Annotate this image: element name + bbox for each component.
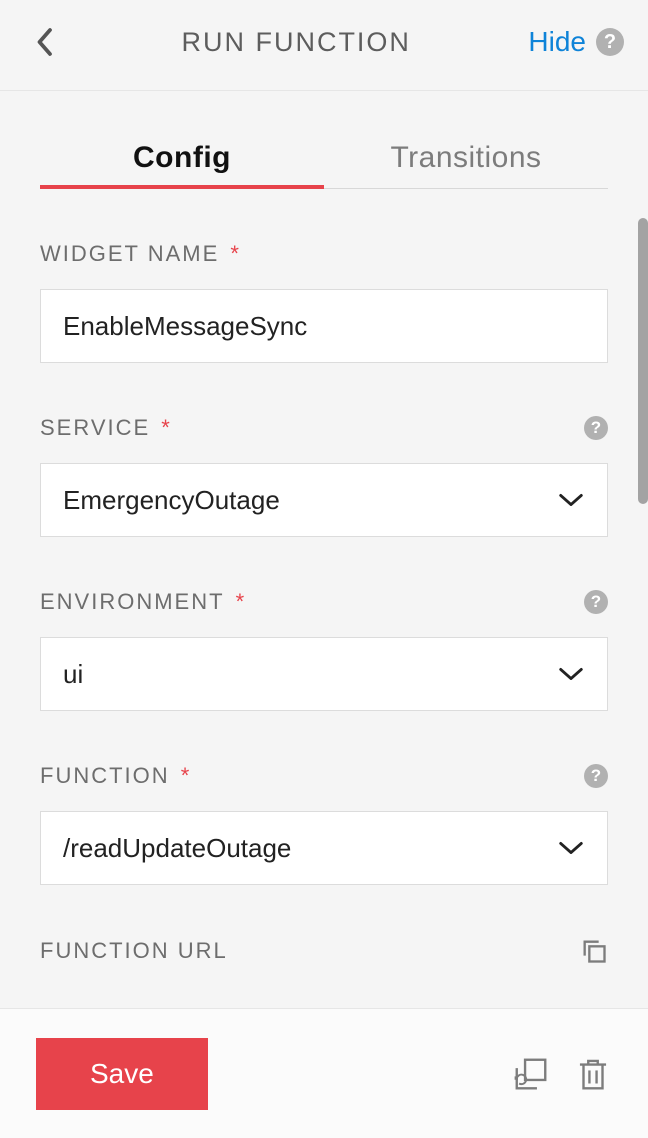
- required-marker: *: [222, 241, 241, 266]
- footer-actions: [512, 1055, 612, 1093]
- tabs: Config Transitions: [40, 131, 608, 189]
- chevron-down-icon: [557, 492, 585, 508]
- service-select[interactable]: EmergencyOutage: [40, 463, 608, 537]
- widget-name-label: WIDGET NAME *: [40, 241, 241, 267]
- panel-header: RUN FUNCTION Hide ?: [0, 0, 648, 91]
- help-icon[interactable]: ?: [584, 416, 608, 440]
- field-service: SERVICE * ? EmergencyOutage: [40, 415, 608, 537]
- duplicate-icon: [512, 1055, 550, 1093]
- field-function: FUNCTION * ? /readUpdateOutage: [40, 763, 608, 885]
- chevron-down-icon: [557, 840, 585, 856]
- tab-config[interactable]: Config: [40, 131, 324, 189]
- field-environment: ENVIRONMENT * ? ui: [40, 589, 608, 711]
- panel-footer: Save: [0, 1008, 648, 1138]
- service-value: EmergencyOutage: [63, 485, 280, 516]
- tab-transitions[interactable]: Transitions: [324, 131, 608, 188]
- field-widget-name: WIDGET NAME *: [40, 241, 608, 363]
- required-marker: *: [228, 589, 247, 614]
- field-function-url: FUNCTION URL: [40, 937, 608, 965]
- function-value: /readUpdateOutage: [63, 833, 291, 864]
- widget-name-input[interactable]: [40, 289, 608, 363]
- duplicate-button[interactable]: [512, 1055, 550, 1093]
- environment-value: ui: [63, 659, 83, 690]
- delete-button[interactable]: [574, 1055, 612, 1093]
- header-title: RUN FUNCTION: [64, 27, 528, 58]
- chevron-down-icon: [557, 666, 585, 682]
- copy-button[interactable]: [580, 937, 608, 965]
- function-url-label: FUNCTION URL: [40, 938, 228, 964]
- chevron-left-icon: [35, 27, 53, 57]
- header-actions: Hide ?: [528, 26, 624, 58]
- trash-icon: [574, 1055, 612, 1093]
- panel-content: Config Transitions WIDGET NAME * SERVICE…: [0, 91, 648, 995]
- save-button[interactable]: Save: [36, 1038, 208, 1110]
- help-icon[interactable]: ?: [596, 28, 624, 56]
- hide-link[interactable]: Hide: [528, 26, 586, 58]
- environment-select[interactable]: ui: [40, 637, 608, 711]
- back-button[interactable]: [24, 22, 64, 62]
- copy-icon: [580, 937, 608, 965]
- service-label: SERVICE *: [40, 415, 172, 441]
- required-marker: *: [153, 415, 172, 440]
- function-label: FUNCTION *: [40, 763, 191, 789]
- help-icon[interactable]: ?: [584, 764, 608, 788]
- environment-label: ENVIRONMENT *: [40, 589, 246, 615]
- scrollbar-thumb[interactable]: [638, 218, 648, 504]
- required-marker: *: [173, 763, 192, 788]
- help-icon[interactable]: ?: [584, 590, 608, 614]
- function-select[interactable]: /readUpdateOutage: [40, 811, 608, 885]
